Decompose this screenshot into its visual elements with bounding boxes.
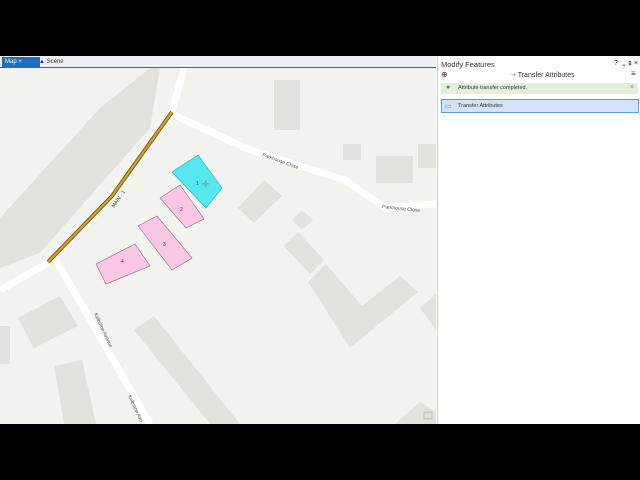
building bbox=[420, 294, 436, 330]
map-canvas[interactable]: 1 2 3 4 MAIN - 1 Parkhouse Close Parkhou… bbox=[0, 68, 436, 424]
tab-label: Map bbox=[5, 59, 17, 65]
building bbox=[134, 316, 240, 424]
crosshair-cursor-icon: ✛ bbox=[202, 179, 210, 189]
notice-text: Attribute transfer completed. bbox=[458, 85, 528, 91]
parcel-label: 1 bbox=[196, 181, 199, 187]
parcel-label: 2 bbox=[180, 207, 183, 213]
modify-features-pane: Modify Features ? ⌄ ⇞ × ⊕ ⇢ Transfer Att… bbox=[437, 56, 640, 424]
building bbox=[274, 80, 300, 130]
back-icon[interactable]: ⊕ bbox=[441, 70, 448, 79]
building bbox=[292, 210, 313, 230]
building bbox=[343, 144, 361, 160]
view-tabs: Map × ▲ Scene bbox=[0, 56, 436, 68]
success-notice: ● Attribute transfer completed. × bbox=[441, 83, 638, 94]
options-button[interactable]: ⌄ bbox=[621, 60, 627, 68]
building bbox=[238, 180, 282, 223]
building bbox=[18, 296, 78, 348]
application: Map × ▲ Scene 1 2 3 4 MAIN - 1 Parkhouse… bbox=[0, 56, 640, 424]
tab-map[interactable]: Map × bbox=[2, 57, 40, 67]
parcel-label: 4 bbox=[121, 259, 124, 265]
check-icon: ● bbox=[446, 84, 451, 91]
building bbox=[376, 156, 413, 183]
tool-item-transfer-attributes[interactable]: ▭ Transfer Attributes bbox=[441, 99, 639, 113]
help-button[interactable]: ? bbox=[614, 60, 618, 67]
tab-label: Scene bbox=[46, 59, 64, 65]
map-view[interactable]: 1 2 3 4 MAIN - 1 Parkhouse Close Parkhou… bbox=[0, 68, 436, 424]
building bbox=[308, 264, 418, 348]
pane-title: Modify Features bbox=[441, 60, 495, 69]
transfer-attributes-icon: ⇢ bbox=[510, 72, 516, 79]
parcel-label: 3 bbox=[163, 242, 166, 248]
building bbox=[0, 326, 10, 364]
tool-title-text: Transfer Attributes bbox=[517, 72, 575, 79]
scene-icon: ▲ bbox=[39, 59, 45, 65]
building bbox=[418, 144, 436, 168]
map-overview-icon[interactable] bbox=[423, 411, 433, 420]
pin-button[interactable]: ⇞ bbox=[627, 60, 633, 68]
building bbox=[54, 360, 96, 424]
tool-item-label: Transfer Attributes bbox=[458, 103, 503, 109]
menu-icon[interactable]: ≡ bbox=[631, 69, 636, 78]
tab-scene[interactable]: ▲ Scene bbox=[36, 57, 67, 67]
dismiss-notice-button[interactable]: × bbox=[630, 84, 634, 91]
close-icon[interactable]: × bbox=[18, 59, 22, 65]
close-pane-button[interactable]: × bbox=[634, 60, 638, 67]
transfer-attributes-icon: ▭ bbox=[445, 103, 452, 110]
tool-title: ⇢ Transfer Attributes bbox=[510, 71, 575, 79]
building bbox=[284, 232, 324, 274]
